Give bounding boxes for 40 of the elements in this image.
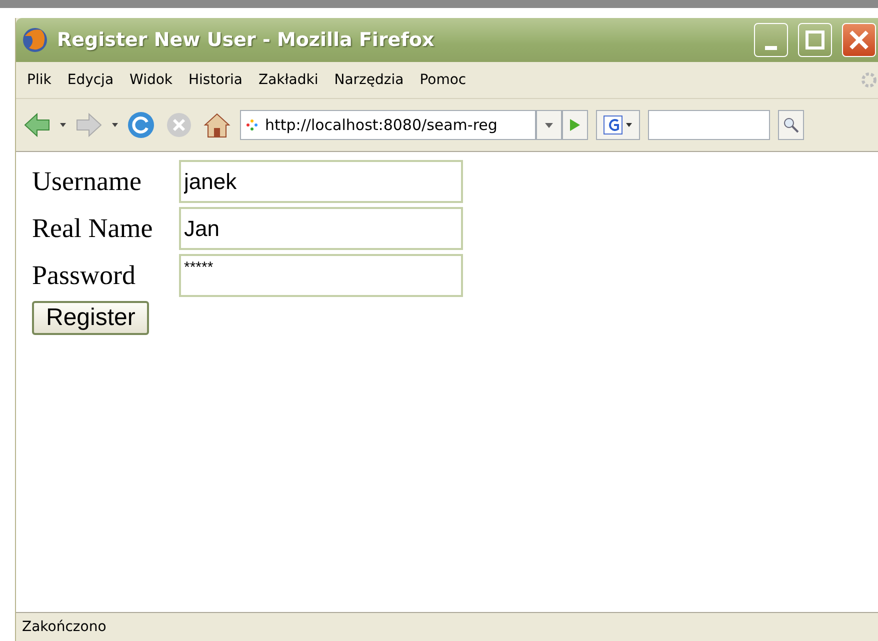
address-text: http://localhost:8080/seam-reg [265, 116, 498, 134]
minimize-button[interactable] [754, 23, 788, 57]
menu-item[interactable]: Zakładki [254, 72, 330, 88]
caret-icon [545, 122, 553, 128]
field-label: Password [32, 260, 137, 291]
field-label: Real Name [32, 213, 154, 244]
search-engine-button[interactable] [596, 110, 640, 140]
search-engine-icon [603, 115, 633, 135]
maximize-button[interactable] [798, 23, 832, 57]
search-icon [783, 117, 799, 133]
menu-item[interactable]: Edycja [62, 72, 125, 88]
menu-item[interactable]: Widok [124, 72, 184, 88]
password-field[interactable]: ***** [179, 254, 463, 297]
close-icon [848, 29, 870, 51]
forward-arrow-icon[interactable] [74, 110, 104, 140]
dropdown-icon[interactable] [112, 123, 118, 127]
back-arrow-icon[interactable] [22, 110, 52, 140]
register-button[interactable]: Register [32, 301, 150, 335]
status-text: Zakończono [22, 619, 106, 635]
search-field[interactable] [648, 110, 770, 140]
close-button[interactable] [842, 23, 876, 57]
throbber-icon [860, 71, 878, 89]
dropdown-icon[interactable] [60, 123, 66, 127]
menu-item[interactable]: Plik [22, 72, 62, 88]
search-button[interactable] [778, 110, 804, 140]
loading-icon [245, 118, 259, 132]
go-button[interactable] [562, 110, 588, 140]
maximize-icon [805, 30, 825, 50]
address-field[interactable]: http://localhost:8080/seam-reg [240, 110, 536, 140]
reload-icon[interactable] [126, 110, 156, 140]
minimize-icon [765, 46, 777, 50]
play-icon [569, 118, 581, 132]
menu-item[interactable]: Historia [184, 72, 254, 88]
menu-item[interactable]: Pomoc [414, 72, 478, 88]
window-title: Register New User - Mozilla Firefox [57, 29, 436, 51]
field-label: Username [32, 166, 142, 197]
menu-item[interactable]: Narzędzia [329, 72, 415, 88]
globe-icon [21, 26, 49, 54]
text-field[interactable]: Jan [179, 207, 463, 250]
history-dropdown-button[interactable] [536, 110, 562, 140]
